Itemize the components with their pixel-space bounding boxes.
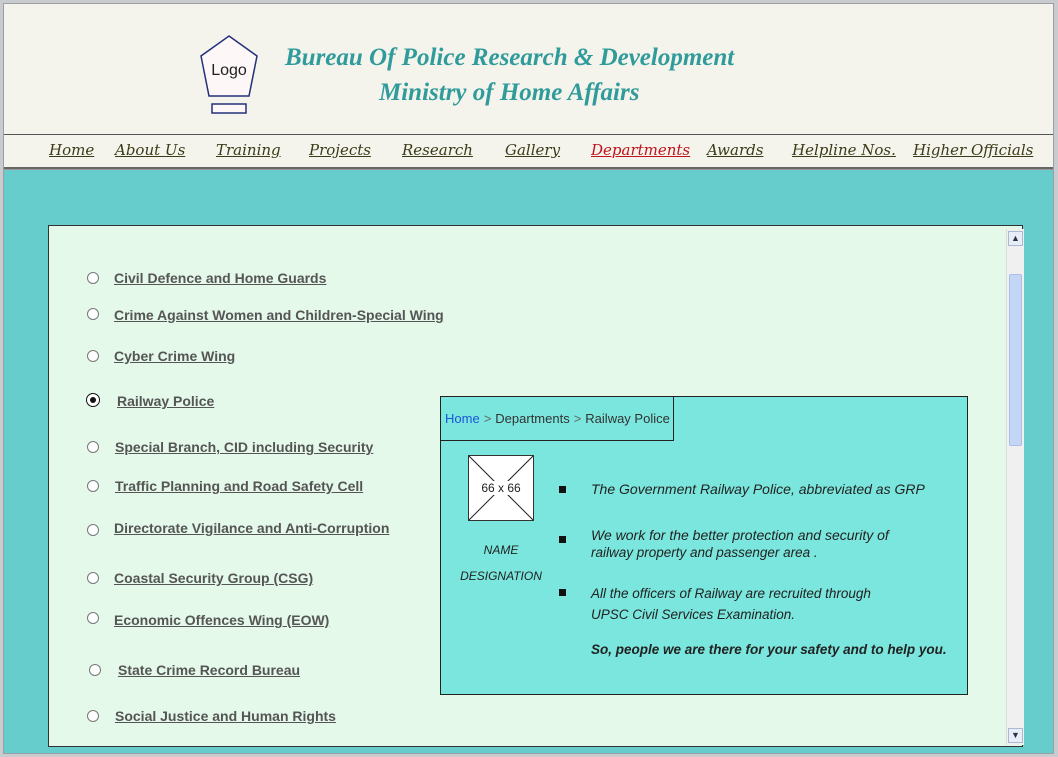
chevron-down-icon[interactable]: ▼ <box>1008 728 1023 743</box>
site-title: Bureau Of Police Research & Development <box>285 44 735 71</box>
official-name: NAME <box>483 543 519 557</box>
official-designation: DESIGNATION <box>460 569 542 583</box>
dept-label[interactable]: Railway Police <box>117 393 214 409</box>
scrollbar-thumb[interactable] <box>1009 274 1022 446</box>
detail-point: All the officers of Railway are recruite… <box>591 586 871 601</box>
detail-point-cont: UPSC Civil Services Examination. <box>591 607 796 622</box>
radio-button[interactable] <box>87 308 99 320</box>
radio-button[interactable] <box>87 612 99 624</box>
browser-viewport: Logo Bureau Of Police Research & Develop… <box>3 3 1054 754</box>
nav-helpline[interactable]: Helpline Nos. <box>792 141 896 159</box>
nav-home[interactable]: Home <box>49 141 94 159</box>
radio-button[interactable] <box>89 664 101 676</box>
radio-button[interactable] <box>87 480 99 492</box>
detail-point-cont: railway property and passenger area . <box>591 545 818 560</box>
radio-button[interactable] <box>87 524 99 536</box>
radio-button[interactable] <box>87 572 99 584</box>
radio-button[interactable] <box>87 272 99 284</box>
breadcrumb-current: Railway Police <box>585 411 670 426</box>
nav-higher-officials[interactable]: Higher Officials <box>913 141 1033 159</box>
radio-button[interactable] <box>87 441 99 453</box>
dept-label[interactable]: Civil Defence and Home Guards <box>114 270 326 286</box>
dept-label[interactable]: Traffic Planning and Road Safety Cell <box>115 478 363 494</box>
nav-training[interactable]: Training <box>216 141 281 159</box>
main-nav: Home About Us Training Projects Research… <box>4 135 1053 169</box>
department-detail-card: Home > Departments > Railway Police 66 x 66 … <box>440 396 968 695</box>
dept-label[interactable]: Economic Offences Wing (EOW) <box>114 612 329 628</box>
bullet-icon <box>559 589 566 596</box>
dept-label[interactable]: Cyber Crime Wing <box>114 348 235 364</box>
dept-label[interactable]: Special Branch, CID including Security <box>115 439 373 455</box>
logo-text: Logo <box>211 62 247 79</box>
breadcrumb-separator: > <box>483 411 492 426</box>
detail-point: The Government Railway Police, abbreviat… <box>591 481 925 497</box>
dept-label[interactable]: Directorate Vigilance and Anti-Corruptio… <box>114 520 389 536</box>
nav-departments[interactable]: Departments <box>591 141 690 159</box>
vertical-scrollbar[interactable]: ▲ ▼ <box>1006 229 1024 745</box>
site-logo[interactable]: Logo <box>200 34 266 120</box>
breadcrumb-separator: > <box>573 411 582 426</box>
bullet-icon <box>559 486 566 493</box>
bullet-icon <box>559 536 566 543</box>
chevron-up-icon[interactable]: ▲ <box>1008 231 1023 246</box>
dept-label[interactable]: Coastal Security Group (CSG) <box>114 570 313 586</box>
nav-awards[interactable]: Awards <box>707 141 763 159</box>
nav-gallery[interactable]: Gallery <box>505 141 560 159</box>
official-photo-placeholder: 66 x 66 <box>468 455 534 521</box>
dept-label[interactable]: Social Justice and Human Rights <box>115 708 336 724</box>
dept-label[interactable]: Crime Against Women and Children-Special… <box>114 307 444 323</box>
radio-button[interactable] <box>87 350 99 362</box>
detail-point: We work for the better protection and se… <box>591 527 889 543</box>
breadcrumb-home-link[interactable]: Home <box>445 411 480 426</box>
breadcrumb: Home > Departments > Railway Police <box>441 397 674 441</box>
radio-button[interactable] <box>87 710 99 722</box>
nav-research[interactable]: Research <box>402 141 473 159</box>
nav-about-us[interactable]: About Us <box>115 141 185 159</box>
breadcrumb-departments: Departments <box>495 411 570 426</box>
site-subtitle: Ministry of Home Affairs <box>379 79 640 106</box>
photo-size-label: 66 x 66 <box>480 481 522 495</box>
radio-button-selected[interactable] <box>86 393 100 407</box>
site-header: Logo Bureau Of Police Research & Develop… <box>4 4 1053 135</box>
nav-projects[interactable]: Projects <box>309 141 371 159</box>
detail-closing: So, people we are there for your safety … <box>591 642 947 657</box>
dept-label[interactable]: State Crime Record Bureau <box>118 662 300 678</box>
